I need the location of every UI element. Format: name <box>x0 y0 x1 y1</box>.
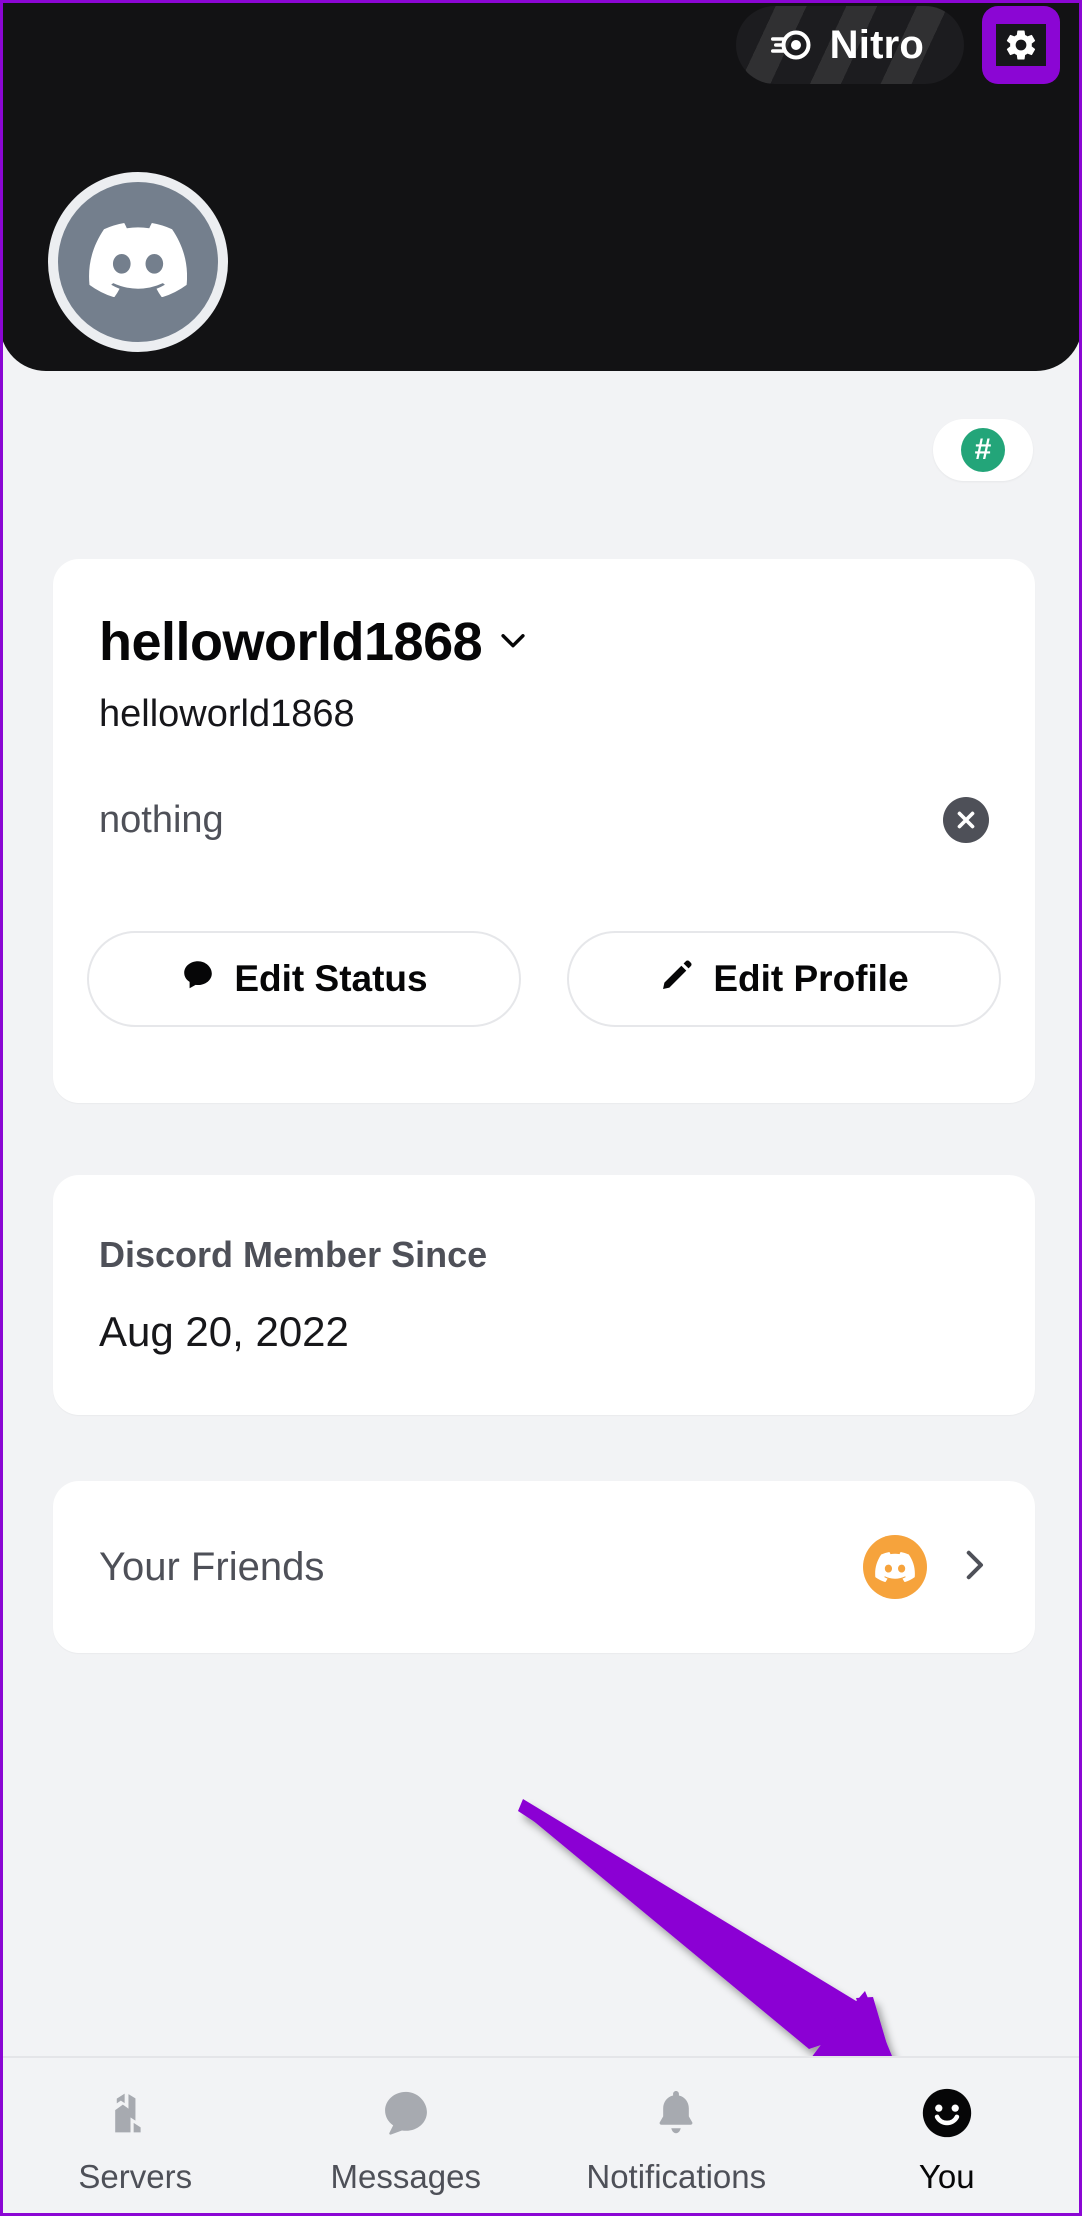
profile-card: helloworld1868 helloworld1868 nothing Ed… <box>53 559 1035 1103</box>
bottom-navigation: Servers Messages Notifications You <box>3 2056 1080 2213</box>
nitro-wheel-icon <box>770 23 814 67</box>
avatar-image <box>58 182 218 342</box>
member-since-card: Discord Member Since Aug 20, 2022 <box>53 1175 1035 1415</box>
hash-icon: # <box>961 428 1005 472</box>
discord-logo-icon <box>89 222 188 302</box>
discord-profile-screen: Nitro # helloworld1868 helloworld1868 no… <box>0 0 1082 2216</box>
nav-label-messages: Messages <box>330 2158 481 2195</box>
servers-icon <box>108 2080 162 2146</box>
profile-action-buttons: Edit Status Edit Profile <box>87 931 1001 1027</box>
display-name-row[interactable]: helloworld1868 <box>99 615 530 669</box>
custom-status-text: nothing <box>99 799 224 841</box>
chevron-down-icon <box>496 623 530 662</box>
bell-icon <box>649 2080 703 2146</box>
edit-profile-label: Edit Profile <box>713 958 909 999</box>
your-friends-card[interactable]: Your Friends <box>53 1481 1035 1653</box>
edit-status-button[interactable]: Edit Status <box>87 931 521 1027</box>
friend-avatar <box>863 1535 927 1599</box>
speech-bubble-icon <box>180 957 216 1002</box>
message-bubble-icon <box>379 2080 433 2146</box>
your-friends-label: Your Friends <box>99 1545 325 1589</box>
edit-status-label: Edit Status <box>234 958 428 999</box>
edit-profile-button[interactable]: Edit Profile <box>567 931 1001 1027</box>
page-title: helloworld1868 <box>99 612 483 672</box>
username-text: helloworld1868 <box>99 693 355 735</box>
nitro-button[interactable]: Nitro <box>735 6 964 84</box>
custom-status-row: nothing <box>99 797 989 843</box>
settings-button[interactable] <box>982 6 1060 84</box>
nav-item-notifications[interactable]: Notifications <box>541 2058 812 2213</box>
banner-actions: Nitro <box>735 6 1060 84</box>
hash-badge-button[interactable]: # <box>933 419 1033 481</box>
nav-item-servers[interactable]: Servers <box>3 2058 271 2213</box>
nitro-label: Nitro <box>829 22 924 67</box>
nav-item-you[interactable]: You <box>812 2058 1080 2213</box>
member-since-value: Aug 20, 2022 <box>99 1308 349 1355</box>
pencil-icon <box>659 957 695 1002</box>
nav-label-notifications: Notifications <box>586 2158 767 2195</box>
nav-label-you: You <box>918 2158 975 2195</box>
avatar[interactable] <box>48 172 228 352</box>
member-since-label: Discord Member Since <box>99 1234 488 1275</box>
smiley-face-icon <box>918 2080 976 2146</box>
gear-icon <box>996 24 1046 66</box>
close-x-icon[interactable] <box>943 797 989 843</box>
your-friends-row: Your Friends <box>53 1481 1035 1653</box>
nav-item-messages[interactable]: Messages <box>271 2058 542 2213</box>
nav-label-servers: Servers <box>78 2158 193 2195</box>
chevron-right-icon <box>953 1544 995 1591</box>
